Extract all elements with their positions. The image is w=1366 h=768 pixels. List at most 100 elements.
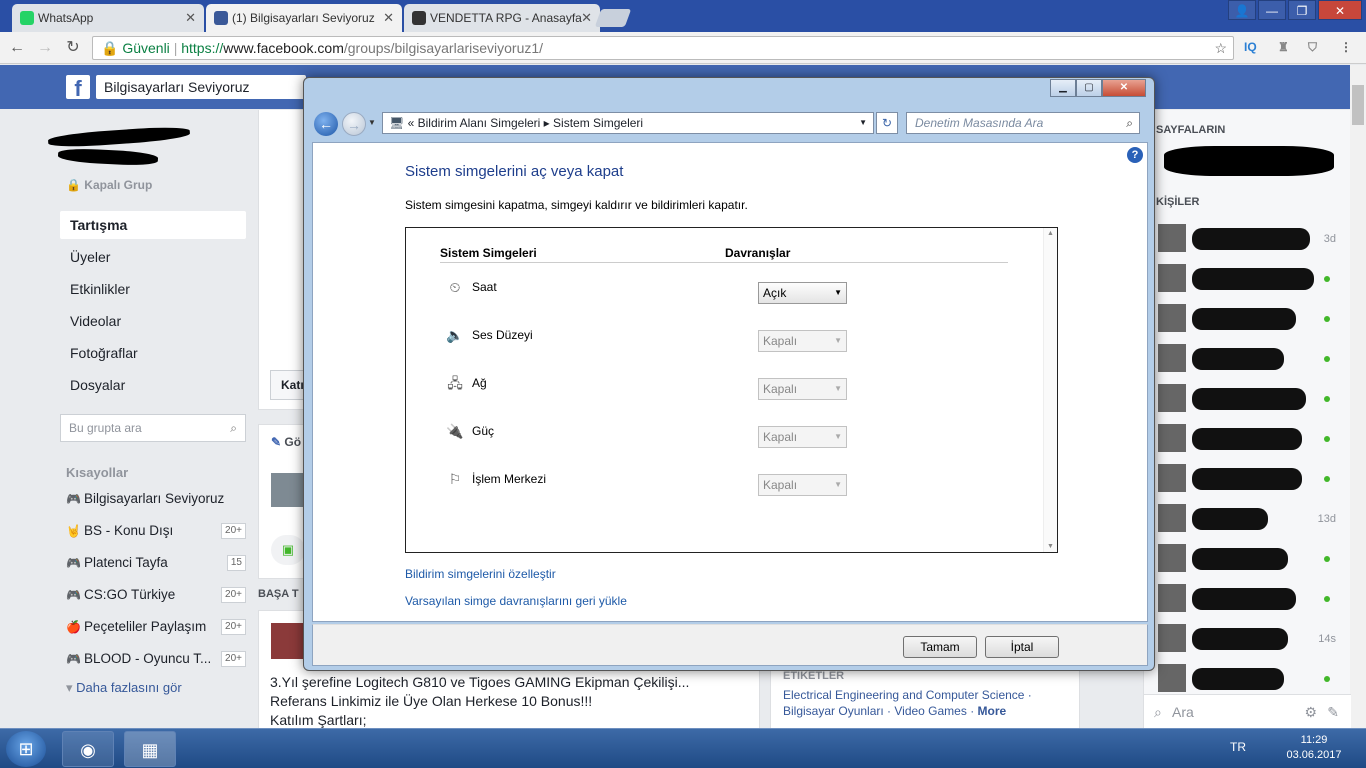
control-panel-search-input[interactable]: Denetim Masasında Ara ⌕ — [906, 112, 1140, 134]
customize-notification-icons-link[interactable]: Bildirim simgelerini özelleştir — [405, 567, 556, 581]
behavior-select[interactable]: Açık ▼ — [758, 282, 847, 304]
behavior-select[interactable]: Kapalı ▼ — [758, 474, 847, 496]
tags-more-link[interactable]: More — [978, 704, 1007, 718]
breadcrumb-system-icons[interactable]: Sistem Simgeleri — [553, 116, 643, 130]
tag-links-row[interactable]: Bilgisayar Oyunları · Video Games · More — [783, 704, 1006, 718]
back-icon[interactable]: ← — [314, 112, 338, 136]
contact-row[interactable] — [1158, 304, 1344, 336]
address-bar[interactable]: 🔒 Güvenli | https://www.facebook.com/gro… — [92, 36, 1234, 60]
contact-row[interactable] — [1158, 584, 1344, 616]
nav-videos[interactable]: Videolar — [60, 307, 246, 335]
bookmark-star-icon[interactable]: ☆ — [1214, 37, 1227, 59]
tab-whatsapp[interactable]: WhatsApp ✕ — [12, 4, 204, 32]
control-panel-taskbar-icon[interactable]: ▦ — [124, 731, 176, 767]
computer-icon: 🖥 — [389, 116, 408, 130]
ok-button[interactable]: Tamam — [903, 636, 977, 658]
cancel-button[interactable]: İptal — [985, 636, 1059, 658]
behavior-select[interactable]: Kapalı ▼ — [758, 330, 847, 352]
post-line: Referans Linkimiz ile Üye Olan Herkese 1… — [270, 693, 593, 709]
new-tab-button[interactable] — [594, 9, 632, 27]
scroll-thumb[interactable] — [1352, 85, 1364, 125]
close-tab-icon[interactable]: ✕ — [581, 4, 592, 32]
minimize-icon[interactable]: ▁ — [1050, 79, 1076, 97]
contact-row[interactable] — [1158, 664, 1344, 696]
nav-events[interactable]: Etkinlikler — [60, 275, 246, 303]
contact-row[interactable]: 14s — [1158, 624, 1344, 656]
shield-icon[interactable]: ⛉ — [1308, 40, 1317, 55]
chat-search-input[interactable]: ⌕ Ara ⚙ ✎ — [1144, 694, 1351, 728]
behavior-select[interactable]: Kapalı ▼ — [758, 378, 847, 400]
contact-row[interactable] — [1158, 344, 1344, 376]
forward-icon[interactable]: → — [342, 112, 366, 136]
gear-icon[interactable]: ⚙ — [1304, 695, 1317, 729]
shortcut-item[interactable]: 🎮 CS:GO Türkiye 20+ — [66, 585, 246, 605]
tag-links-row[interactable]: Electrical Engineering and Computer Scie… — [783, 688, 1032, 702]
tab-title: VENDETTA RPG - Anasayfa — [430, 11, 582, 25]
refresh-icon[interactable]: ↻ — [876, 112, 898, 134]
close-window-icon[interactable]: ✕ — [1318, 0, 1362, 20]
photo-icon[interactable]: ▣ — [271, 535, 305, 565]
close-tab-icon[interactable]: ✕ — [383, 4, 394, 32]
close-tab-icon[interactable]: ✕ — [185, 4, 196, 32]
iq-extension-icon[interactable]: IQ — [1244, 40, 1257, 54]
contact-row[interactable]: 13d — [1158, 504, 1344, 536]
tab-vendetta[interactable]: VENDETTA RPG - Anasayfa ✕ — [404, 4, 600, 32]
shortcut-item[interactable]: 🎮 Bilgisayarları Seviyoruz — [66, 489, 246, 509]
chevron-down-icon[interactable]: ▼ — [859, 113, 867, 133]
facebook-logo-icon[interactable]: f — [66, 75, 90, 101]
shortcut-item[interactable]: 🍎 Peçeteliler Paylaşım 20+ — [66, 617, 246, 637]
list-scrollbar[interactable]: ▲ ▼ — [1043, 228, 1057, 552]
redacted-pages — [1164, 146, 1334, 176]
contact-row[interactable] — [1158, 424, 1344, 456]
forward-icon[interactable]: → — [34, 37, 56, 59]
menu-icon[interactable]: ⋮ — [1340, 40, 1352, 54]
nav-discussion[interactable]: Tartışma — [60, 211, 246, 239]
shortcut-item[interactable]: 🎮 BLOOD - Oyuncu T... 20+ — [66, 649, 246, 669]
composer-tab[interactable]: ✎ Gö — [271, 435, 301, 449]
extension-icon[interactable]: ♜ — [1278, 40, 1289, 54]
search-icon[interactable]: ⌕ — [1126, 113, 1133, 133]
contact-row[interactable] — [1158, 264, 1344, 296]
nav-photos[interactable]: Fotoğraflar — [60, 339, 246, 367]
breadcrumb-overflow[interactable]: « — [408, 116, 415, 130]
group-search-input[interactable]: Bu grupta ara ⌕ — [60, 414, 246, 442]
privacy-text: Kapalı Grup — [84, 178, 153, 192]
page-scrollbar[interactable] — [1350, 65, 1366, 728]
back-icon[interactable]: ← — [6, 37, 28, 59]
start-button[interactable]: ⊞ — [6, 731, 46, 767]
secure-label: Güvenli — [122, 40, 170, 56]
minimize-icon[interactable]: — — [1258, 0, 1286, 20]
restore-default-behaviors-link[interactable]: Varsayılan simge davranışlarını geri yük… — [405, 594, 627, 608]
contact-row[interactable] — [1158, 464, 1344, 496]
close-icon[interactable]: ✕ — [1102, 79, 1146, 97]
see-more-link[interactable]: ▾ Daha fazlasını gör — [66, 680, 182, 696]
shortcut-item[interactable]: 🎮 Platenci Tayfa 15 — [66, 553, 246, 573]
behavior-select[interactable]: Kapalı ▼ — [758, 426, 847, 448]
restore-icon[interactable]: ❐ — [1288, 0, 1316, 20]
scroll-up-icon[interactable]: ▲ — [1047, 230, 1054, 237]
compose-icon[interactable]: ✎ — [1327, 695, 1339, 729]
reload-icon[interactable]: ↻ — [62, 37, 84, 59]
user-icon[interactable]: 👤 — [1228, 0, 1256, 20]
shortcut-item[interactable]: 🤘 BS - Konu Dışı 20+ — [66, 521, 246, 541]
breadcrumb-notification-icons[interactable]: Bildirim Alanı Simgeleri — [418, 116, 541, 130]
system-clock[interactable]: 11:29 03.06.2017 — [1286, 733, 1342, 763]
column-header-behaviors: Davranışlar — [725, 246, 791, 260]
nav-files[interactable]: Dosyalar — [60, 371, 246, 399]
rock-hand-icon: 🤘 — [66, 524, 81, 538]
contact-row[interactable]: 3d — [1158, 224, 1344, 256]
facebook-search-input[interactable]: Bilgisayarları Seviyoruz — [96, 75, 306, 99]
search-icon[interactable]: ⌕ — [230, 415, 237, 441]
contact-row[interactable] — [1158, 544, 1344, 576]
back-to-top-link[interactable]: BAŞA T — [258, 588, 299, 600]
scroll-down-icon[interactable]: ▼ — [1047, 543, 1054, 550]
help-icon[interactable]: ? — [1127, 147, 1143, 163]
chrome-taskbar-icon[interactable]: ◉ — [62, 731, 114, 767]
maximize-icon[interactable]: ▢ — [1076, 79, 1102, 97]
tab-facebook[interactable]: (1) Bilgisayarları Seviyoruz ✕ — [206, 4, 402, 33]
history-dropdown-icon[interactable]: ▼ — [368, 118, 376, 127]
nav-members[interactable]: Üyeler — [60, 243, 246, 271]
language-indicator[interactable]: TR — [1230, 740, 1246, 754]
dialog-address-bar[interactable]: 🖥 « Bildirim Alanı Simgeleri ▸ Sistem Si… — [382, 112, 874, 134]
contact-row[interactable] — [1158, 384, 1344, 416]
